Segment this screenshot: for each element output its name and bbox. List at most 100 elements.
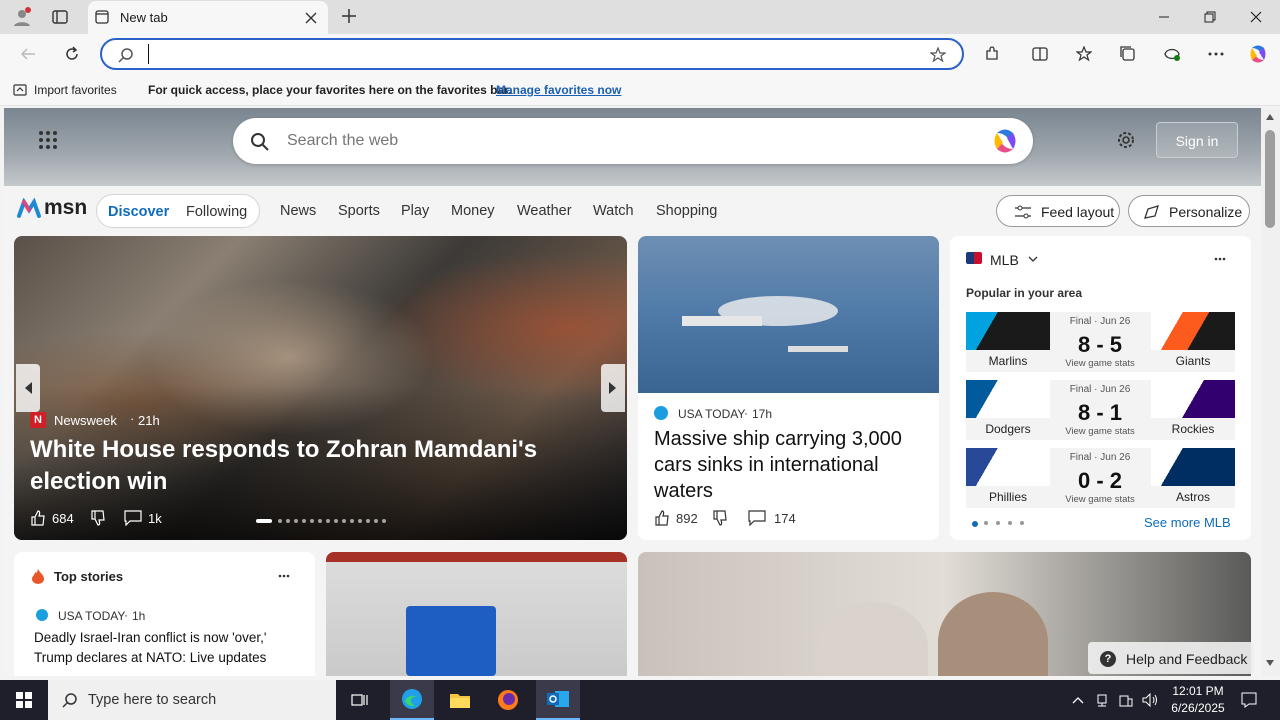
dislike-icon[interactable] (88, 508, 108, 528)
tab-new-tab[interactable]: New tab (88, 1, 328, 34)
collections-icon[interactable] (1116, 42, 1140, 66)
settings-gear-icon[interactable] (1114, 128, 1138, 152)
browser-essentials-icon[interactable] (1160, 42, 1184, 66)
scroll-down-icon[interactable] (1266, 660, 1274, 666)
vertical-scrollbar[interactable] (1261, 108, 1280, 676)
hero-title[interactable]: White House responds to Zohran Mamdani's… (30, 434, 620, 498)
carousel-dot[interactable] (326, 519, 330, 523)
volume-icon[interactable] (1140, 680, 1160, 720)
game-row[interactable]: Marlins Final · Jun 26 8 - 5 View game s… (966, 312, 1235, 372)
taskbar-search-box[interactable]: Type here to search (48, 680, 336, 720)
mlb-page-dot[interactable] (1008, 521, 1012, 525)
copilot-icon[interactable] (1245, 41, 1271, 67)
nav-weather[interactable]: Weather (517, 203, 572, 219)
story-card[interactable]: USA TODAY · 17h Massive ship carrying 3,… (638, 236, 939, 540)
story2-title[interactable]: Massive ship carrying 3,000 cars sinks i… (654, 426, 924, 504)
carousel-dot[interactable] (366, 519, 370, 523)
notifications-icon[interactable] (1234, 680, 1264, 720)
refresh-icon[interactable] (60, 42, 84, 66)
tab-discover[interactable]: Discover (108, 204, 169, 220)
mlb-title[interactable]: MLB (990, 252, 1019, 268)
top-stories-title[interactable]: Top stories (54, 569, 123, 584)
apps-grid-icon[interactable] (36, 128, 60, 152)
more-menu-icon[interactable] (1204, 42, 1228, 66)
tab-actions-icon[interactable] (50, 7, 70, 27)
generator-image-card[interactable] (326, 552, 627, 676)
scroll-up-icon[interactable] (1266, 114, 1274, 120)
help-feedback-button[interactable]: ? Help and Feedback (1088, 642, 1254, 674)
profile-icon[interactable] (10, 5, 34, 29)
comment-icon[interactable] (746, 508, 768, 528)
nav-news[interactable]: News (280, 203, 316, 219)
edge-taskbar-icon[interactable] (390, 680, 434, 720)
carousel-dot[interactable] (374, 519, 378, 523)
mlb-page-dot[interactable] (996, 521, 1000, 525)
import-favorites-button[interactable]: Import favorites (34, 83, 117, 97)
msn-logo[interactable]: msn (16, 196, 87, 222)
address-input[interactable] (148, 44, 908, 64)
sign-in-button[interactable]: Sign in (1156, 122, 1238, 158)
comment-icon[interactable] (122, 508, 144, 528)
task-view-icon[interactable] (342, 680, 378, 720)
nav-sports[interactable]: Sports (338, 203, 380, 219)
hero-card[interactable]: N Newsweek · 21h White House responds to… (14, 236, 627, 540)
game-row[interactable]: Phillies Final · Jun 26 0 - 2 View game … (966, 448, 1235, 508)
see-more-mlb-link[interactable]: See more MLB (1144, 515, 1231, 530)
nav-shopping[interactable]: Shopping (656, 203, 717, 219)
close-window-icon[interactable] (1242, 7, 1270, 27)
nav-money[interactable]: Money (451, 203, 495, 219)
windows-start-icon[interactable] (0, 680, 48, 720)
taskbar-date[interactable]: 6/26/2025 (1166, 701, 1230, 715)
restore-icon[interactable] (1196, 7, 1224, 27)
dislike-icon[interactable] (710, 508, 730, 528)
carousel-prev-icon[interactable] (16, 364, 40, 412)
carousel-dot[interactable] (278, 519, 282, 523)
mlb-page-dot[interactable] (1020, 521, 1024, 525)
carousel-dot[interactable] (342, 519, 346, 523)
carousel-dot[interactable] (294, 519, 298, 523)
top-story-headline[interactable]: Deadly Israel-Iran conflict is now 'over… (34, 628, 304, 668)
carousel-dot[interactable] (310, 519, 314, 523)
minimize-icon[interactable] (1150, 7, 1178, 27)
outlook-icon[interactable] (536, 680, 580, 720)
carousel-dot[interactable] (382, 519, 386, 523)
chevron-down-icon[interactable] (1026, 252, 1040, 266)
carousel-dot[interactable] (318, 519, 322, 523)
game3-link[interactable]: View game stats (1050, 494, 1150, 505)
carousel-dot[interactable] (286, 519, 290, 523)
file-explorer-icon[interactable] (440, 680, 480, 720)
carousel-dot[interactable] (350, 519, 354, 523)
network-icon[interactable] (1092, 680, 1112, 720)
favorite-star-icon[interactable] (928, 45, 948, 65)
personalize-button[interactable]: Personalize (1128, 195, 1250, 227)
more-options-icon[interactable] (274, 568, 294, 584)
wifi-icon[interactable] (1116, 680, 1136, 720)
game1-link[interactable]: View game stats (1050, 358, 1150, 369)
carousel-dot[interactable] (334, 519, 338, 523)
scroll-thumb[interactable] (1265, 130, 1275, 228)
mlb-page-dot[interactable] (984, 521, 988, 525)
web-search-input[interactable] (287, 130, 967, 152)
close-tab-icon[interactable] (302, 9, 320, 27)
feed-layout-button[interactable]: Feed layout (996, 195, 1120, 227)
copilot-icon[interactable] (989, 125, 1021, 157)
like-icon[interactable] (28, 508, 48, 528)
taskbar-time[interactable]: 12:01 PM (1170, 684, 1226, 698)
carousel-dot[interactable] (302, 519, 306, 523)
mlb-page-dot[interactable] (972, 521, 978, 527)
manage-favorites-link[interactable]: Manage favorites now (496, 83, 621, 97)
back-icon[interactable] (16, 42, 40, 66)
chevron-up-icon[interactable] (1068, 680, 1088, 720)
more-options-icon[interactable] (1210, 250, 1230, 268)
split-screen-icon[interactable] (1028, 42, 1052, 66)
carousel-dot[interactable] (358, 519, 362, 523)
tab-following[interactable]: Following (186, 204, 247, 220)
favorites-icon[interactable] (1072, 42, 1096, 66)
game-row[interactable]: Dodgers Final · Jun 26 8 - 1 View game s… (966, 380, 1235, 440)
firefox-icon[interactable] (488, 680, 528, 720)
carousel-next-icon[interactable] (601, 364, 625, 412)
nav-watch[interactable]: Watch (593, 203, 634, 219)
game2-link[interactable]: View game stats (1050, 426, 1150, 437)
new-tab-button[interactable] (338, 5, 360, 27)
address-bar[interactable] (100, 38, 964, 70)
